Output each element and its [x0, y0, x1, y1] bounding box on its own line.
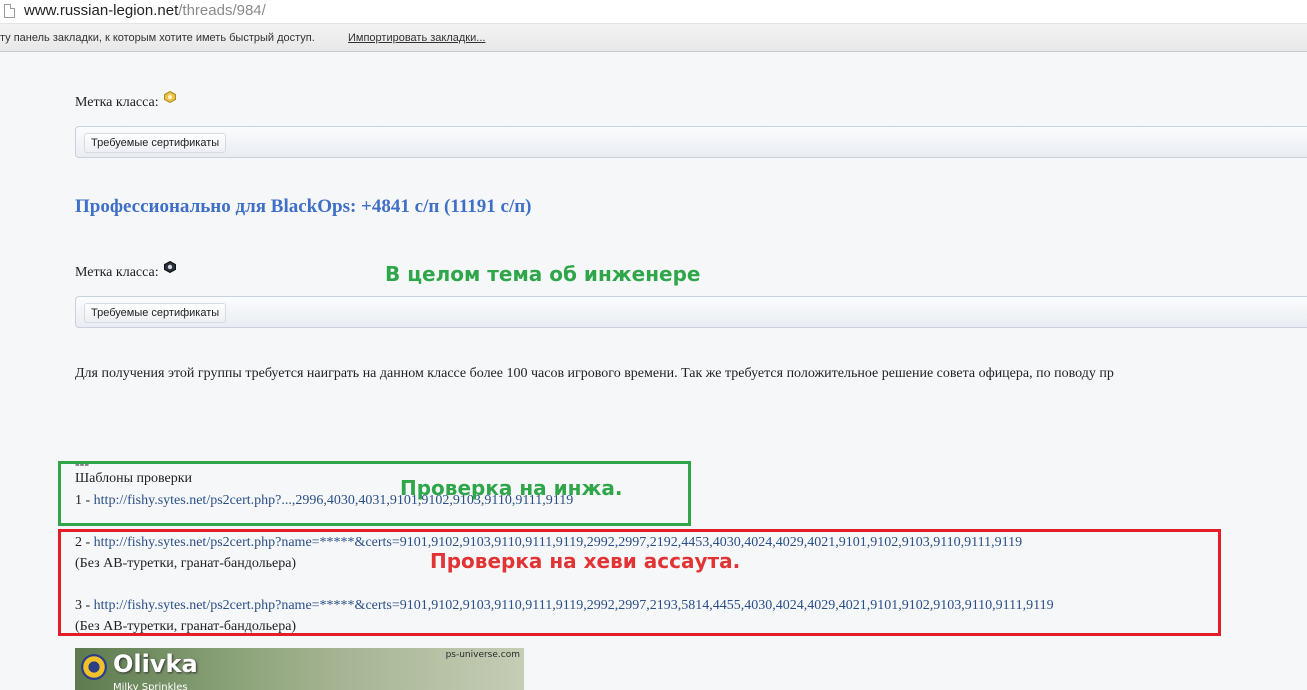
bookmarks-hint: ту панель закладки, к которым хотите име…: [0, 32, 315, 44]
signature-banner: Olivka Milky Sprinkles ps-universe.com: [75, 648, 524, 690]
class-label-row-1: Метка класса:: [75, 91, 177, 111]
bookmarks-bar: ту панель закладки, к которым хотите име…: [0, 24, 1307, 52]
post-content: Метка класса: Требуемые сертификаты Проф…: [0, 53, 1307, 690]
planetside-logo-icon: [81, 654, 107, 680]
template-3-link[interactable]: http://fishy.sytes.net/ps2cert.php?name=…: [94, 598, 1054, 613]
class-label: Метка класса:: [75, 95, 159, 110]
template-2-note: (Без АВ-туретки, гранат-бандольера): [75, 556, 297, 571]
required-certs-button[interactable]: Требуемые сертификаты: [84, 303, 227, 323]
signature-subtitle: Milky Sprinkles: [113, 682, 188, 690]
class-label-row-2: Метка класса:: [75, 261, 177, 281]
url-host: www.russian-legion.net: [24, 2, 179, 19]
required-certs-panel-1: Требуемые сертификаты: [75, 126, 1307, 158]
import-bookmarks-link[interactable]: Импортировать закладки...: [348, 32, 485, 44]
required-certs-panel-2: Требуемые сертификаты: [75, 296, 1307, 328]
address-bar[interactable]: www.russian-legion.net/threads/984/: [0, 0, 1307, 24]
section-heading: Профессионально для BlackOps: +4841 с/п …: [75, 196, 532, 217]
annotation-heavy-check: Проверка на хеви ассаута.: [430, 549, 741, 573]
required-certs-button[interactable]: Требуемые сертификаты: [84, 133, 227, 153]
class-label: Метка класса:: [75, 265, 159, 280]
template-1-prefix: 1 -: [75, 493, 94, 508]
templates-title: Шаблоны проверки: [75, 471, 193, 486]
template-2-prefix: 2 -: [75, 535, 94, 550]
blackops-class-icon: [164, 261, 177, 273]
template-3-prefix: 3 -: [75, 598, 94, 613]
template-2-link[interactable]: http://fishy.sytes.net/ps2cert.php?name=…: [94, 535, 1022, 550]
annotation-engineer-check: Проверка на инжа.: [400, 476, 623, 500]
annotation-engineer-topic: В целом тема об инженере: [385, 262, 701, 286]
template-3-note: (Без АВ-туретки, гранат-бандольера): [75, 619, 297, 634]
page-icon: [4, 4, 15, 18]
template-3: 3 - http://fishy.sytes.net/ps2cert.php?n…: [75, 598, 1054, 614]
signature-name: Olivka: [113, 650, 198, 678]
url-text[interactable]: www.russian-legion.net/threads/984/: [24, 2, 266, 19]
url-path: /threads/984/: [178, 2, 266, 19]
engineer-class-icon: [164, 91, 177, 103]
description-text: Для получения этой группы требуется наиг…: [75, 366, 1114, 381]
signature-site: ps-universe.com: [445, 650, 520, 660]
